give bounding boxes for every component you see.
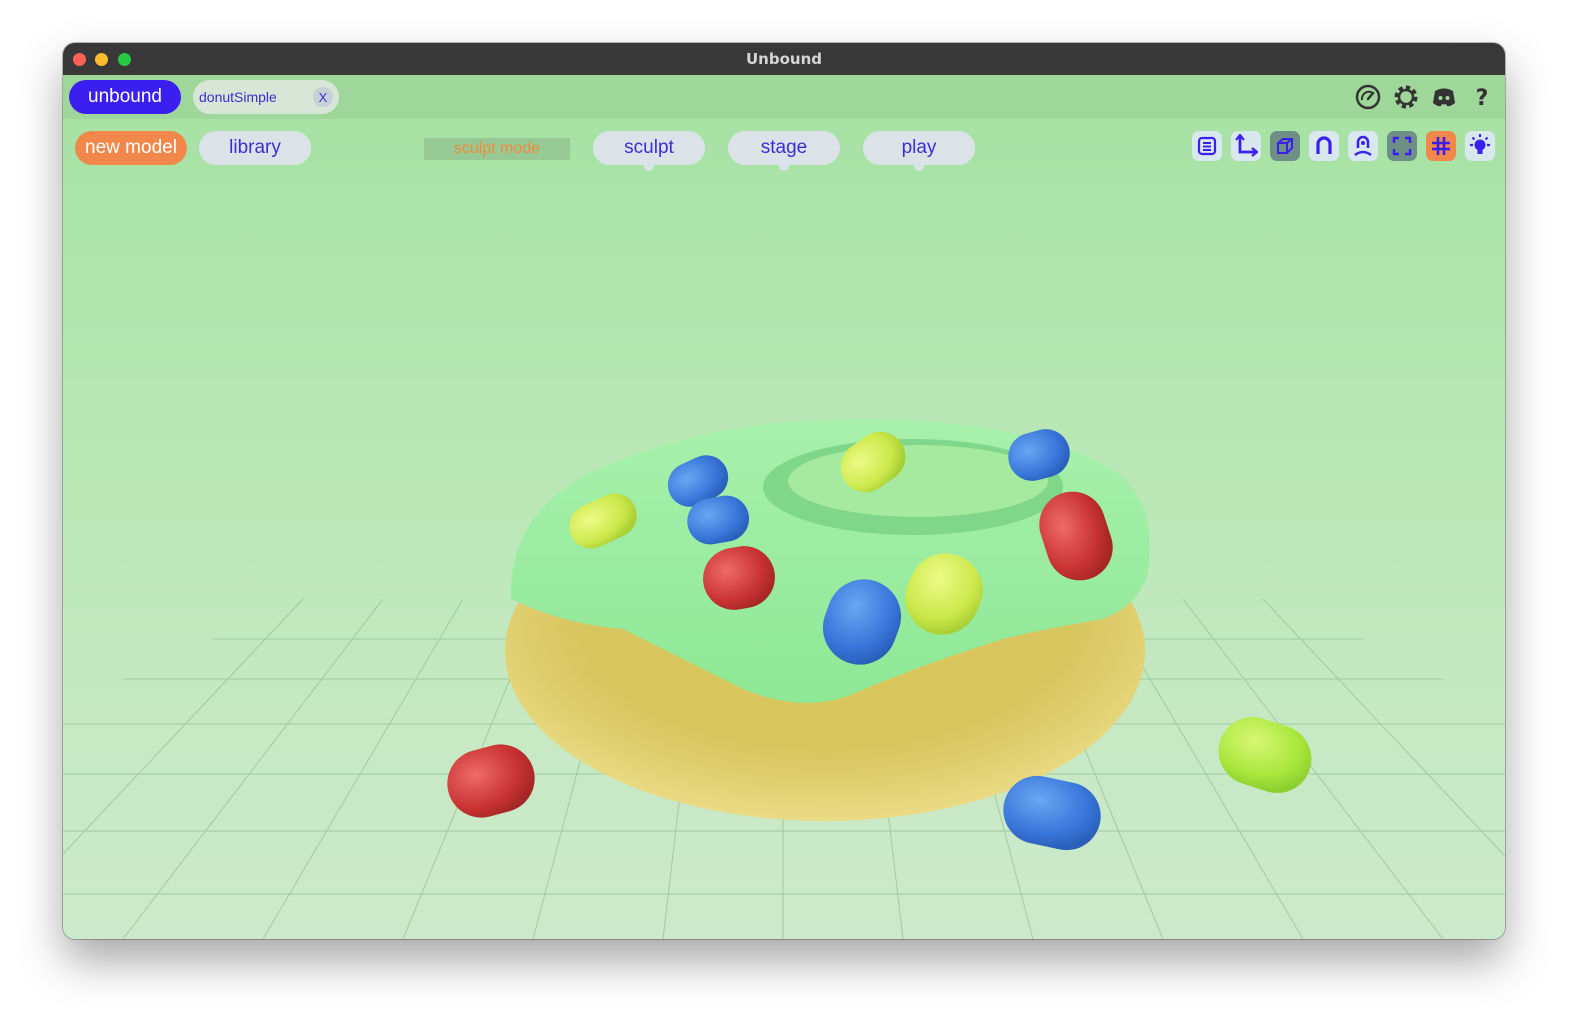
axes-icon[interactable] [1231, 131, 1261, 161]
view-tool-group [1192, 131, 1495, 161]
scene-canvas [63, 419, 1505, 939]
viewport-3d[interactable] [63, 119, 1505, 939]
app-window: Unbound unbound donutSimple X ? new mode… [63, 43, 1505, 939]
maximize-window-button[interactable] [118, 53, 131, 66]
open-file-tab[interactable]: donutSimple X [193, 80, 339, 114]
new-model-button[interactable]: new model [75, 131, 187, 165]
mode-play-button[interactable]: play [863, 131, 975, 171]
floor-sprinkle-green[interactable] [1210, 708, 1320, 802]
svg-text:?: ? [1476, 86, 1489, 111]
help-icon[interactable]: ? [1467, 82, 1497, 112]
frame-icon[interactable] [1387, 131, 1417, 161]
mode-stage-button[interactable]: stage [728, 131, 840, 171]
open-file-tab-label: donutSimple [199, 89, 277, 105]
close-file-tab-button[interactable]: X [313, 87, 333, 107]
unbound-home-button[interactable]: unbound [69, 80, 181, 114]
magnet-icon[interactable] [1309, 131, 1339, 161]
settings-gear-icon[interactable] [1391, 82, 1421, 112]
cube-icon[interactable] [1270, 131, 1300, 161]
performance-gauge-icon[interactable] [1353, 82, 1383, 112]
tool-row: new model library sculpt mode sculpt sta… [63, 131, 1505, 171]
window-title: Unbound [746, 50, 822, 68]
mode-sculpt-button[interactable]: sculpt [593, 131, 705, 171]
person-icon[interactable] [1348, 131, 1378, 161]
library-button[interactable]: library [199, 131, 311, 165]
discord-icon[interactable] [1429, 82, 1459, 112]
top-icon-group: ? [1353, 82, 1497, 112]
outliner-icon[interactable] [1192, 131, 1222, 161]
light-icon[interactable] [1465, 131, 1495, 161]
grid-icon[interactable] [1426, 131, 1456, 161]
mode-indicator: sculpt mode [424, 138, 570, 160]
title-bar: Unbound [63, 43, 1505, 75]
minimize-window-button[interactable] [95, 53, 108, 66]
close-window-button[interactable] [73, 53, 86, 66]
top-bar: unbound donutSimple X ? [63, 75, 1505, 119]
